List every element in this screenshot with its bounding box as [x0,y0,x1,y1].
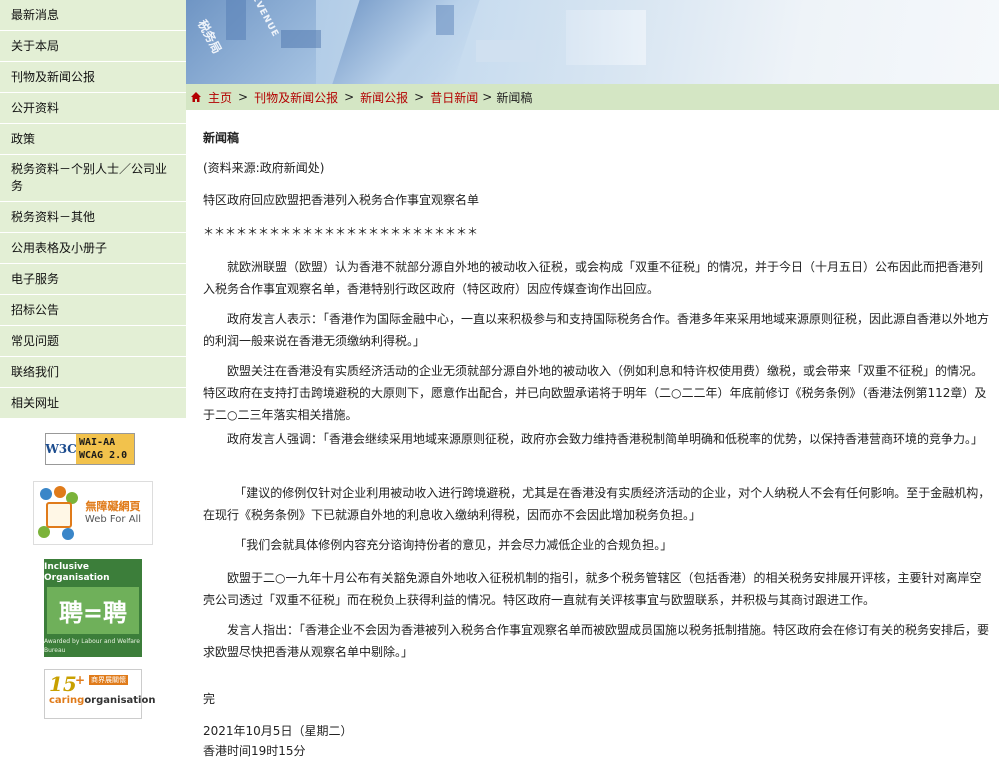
nav-list: 最新消息 关于本局 刊物及新闻公报 公开资料 政策 税务资料－个别人士／公司业务… [0,0,186,419]
article-stars: ＊＊＊＊＊＊＊＊＊＊＊＊＊＊＊＊＊＊＊＊＊＊＊＊＊ [203,225,478,238]
article-title: 特区政府回应欧盟把香港列入税务合作事宜观察名单 [203,193,480,207]
article-end: 完 [203,692,216,706]
article-paragraph-6: 「我们会就具体修例内容充分谘询持份者的意见，并会尽力减低企业的合规负担。」 [234,538,673,552]
nav-item-e-services[interactable]: 电子服务 [0,264,186,295]
web-for-all-badge[interactable]: 無障礙網頁 Web For All [33,481,153,545]
article-paragraph-1: 就欧洲联盟（欧盟）认为香港不就部分源自外地的被动收入征税，或会构成「双重不征税」… [203,260,984,296]
home-icon [191,92,201,102]
article-paragraph-3: 欧盟关注在香港没有实质经济活动的企业无须就部分源自外地的被动收入（例如利息和特许… [203,364,987,422]
article-source: (资料来源:政府新闻处) [203,161,325,175]
w3c-logo-icon: W3C [45,442,77,456]
breadcrumb-past-news-link[interactable]: 昔日新闻 [430,89,478,106]
nav-item-latest-news[interactable]: 最新消息 [0,0,186,31]
nav-item-faq[interactable]: 常见问题 [0,326,186,357]
badge-area: W3C WAI-AA WCAG 2.0 無障礙網頁 Web For All In… [0,419,186,719]
article-paragraph-4: 政府发言人强调：「香港会继续采用地域来源原则征税，政府亦会致力维持香港税制简单明… [227,432,984,446]
nav-item-about-us[interactable]: 关于本局 [0,31,186,62]
nav-item-contact-us[interactable]: 联络我们 [0,357,186,388]
breadcrumb: 主页 > 刊物及新闻公报 > 新闻公报 > 昔日新闻 > 新闻稿 [186,84,999,110]
nav-item-publications-press[interactable]: 刊物及新闻公报 [0,62,186,93]
article-paragraph-7: 欧盟于二○一九年十月公布有关豁免源自外地收入征税机制的指引，就多个税务管辖区（包… [203,571,982,607]
breadcrumb-current: 新闻稿 [496,90,533,105]
nav-item-tax-info-individual-business[interactable]: 税务资料－个别人士／公司业务 [0,155,186,202]
header-banner: REVENUE 税务局 [186,0,999,84]
article-date: 2021年10月5日（星期二） [203,724,353,738]
article-heading: 新闻稿 [203,131,240,145]
article-time: 香港时间19时15分 [203,744,306,758]
w3c-wcag-badge[interactable]: W3C WAI-AA WCAG 2.0 [45,433,135,465]
breadcrumb-home-link[interactable]: 主页 [208,89,232,106]
nav-item-tender-notices[interactable]: 招标公告 [0,295,186,326]
article-paragraph-5: 「建议的修例仅针对企业利用被动收入进行跨境避税，尤其是在香港没有实质经济活动的企… [203,486,991,522]
web-for-all-icon [38,486,78,540]
breadcrumb-publications-link[interactable]: 刊物及新闻公报 [254,89,338,106]
article-paragraph-8: 发言人指出：「香港企业不会因为香港被列入税务合作事宜观察名单而被欧盟成员国施以税… [203,623,990,659]
nav-item-policy[interactable]: 政策 [0,124,186,155]
caring-organisation-badge[interactable]: 15 + 商界展關懷 caringorganisation [44,669,155,719]
nav-item-forms-booklets[interactable]: 公用表格及小册子 [0,233,186,264]
inclusive-organisation-badge[interactable]: Inclusive Organisation 聘=聘 Awarded by La… [44,559,142,657]
breadcrumb-press-releases-link[interactable]: 新闻公报 [360,89,408,106]
article-paragraph-2: 政府发言人表示：「香港作为国际金融中心，一直以来积极参与和支持国际税务合作。香港… [203,312,990,348]
nav-item-tax-info-other[interactable]: 税务资料－其他 [0,202,186,233]
nav-item-public-info[interactable]: 公开资料 [0,93,186,124]
inclusive-organisation-logo-icon: 聘=聘 [47,587,139,634]
sidebar: 最新消息 关于本局 刊物及新闻公报 公开资料 政策 税务资料－个别人士／公司业务… [0,0,186,762]
nav-item-related-links[interactable]: 相关网址 [0,388,186,419]
